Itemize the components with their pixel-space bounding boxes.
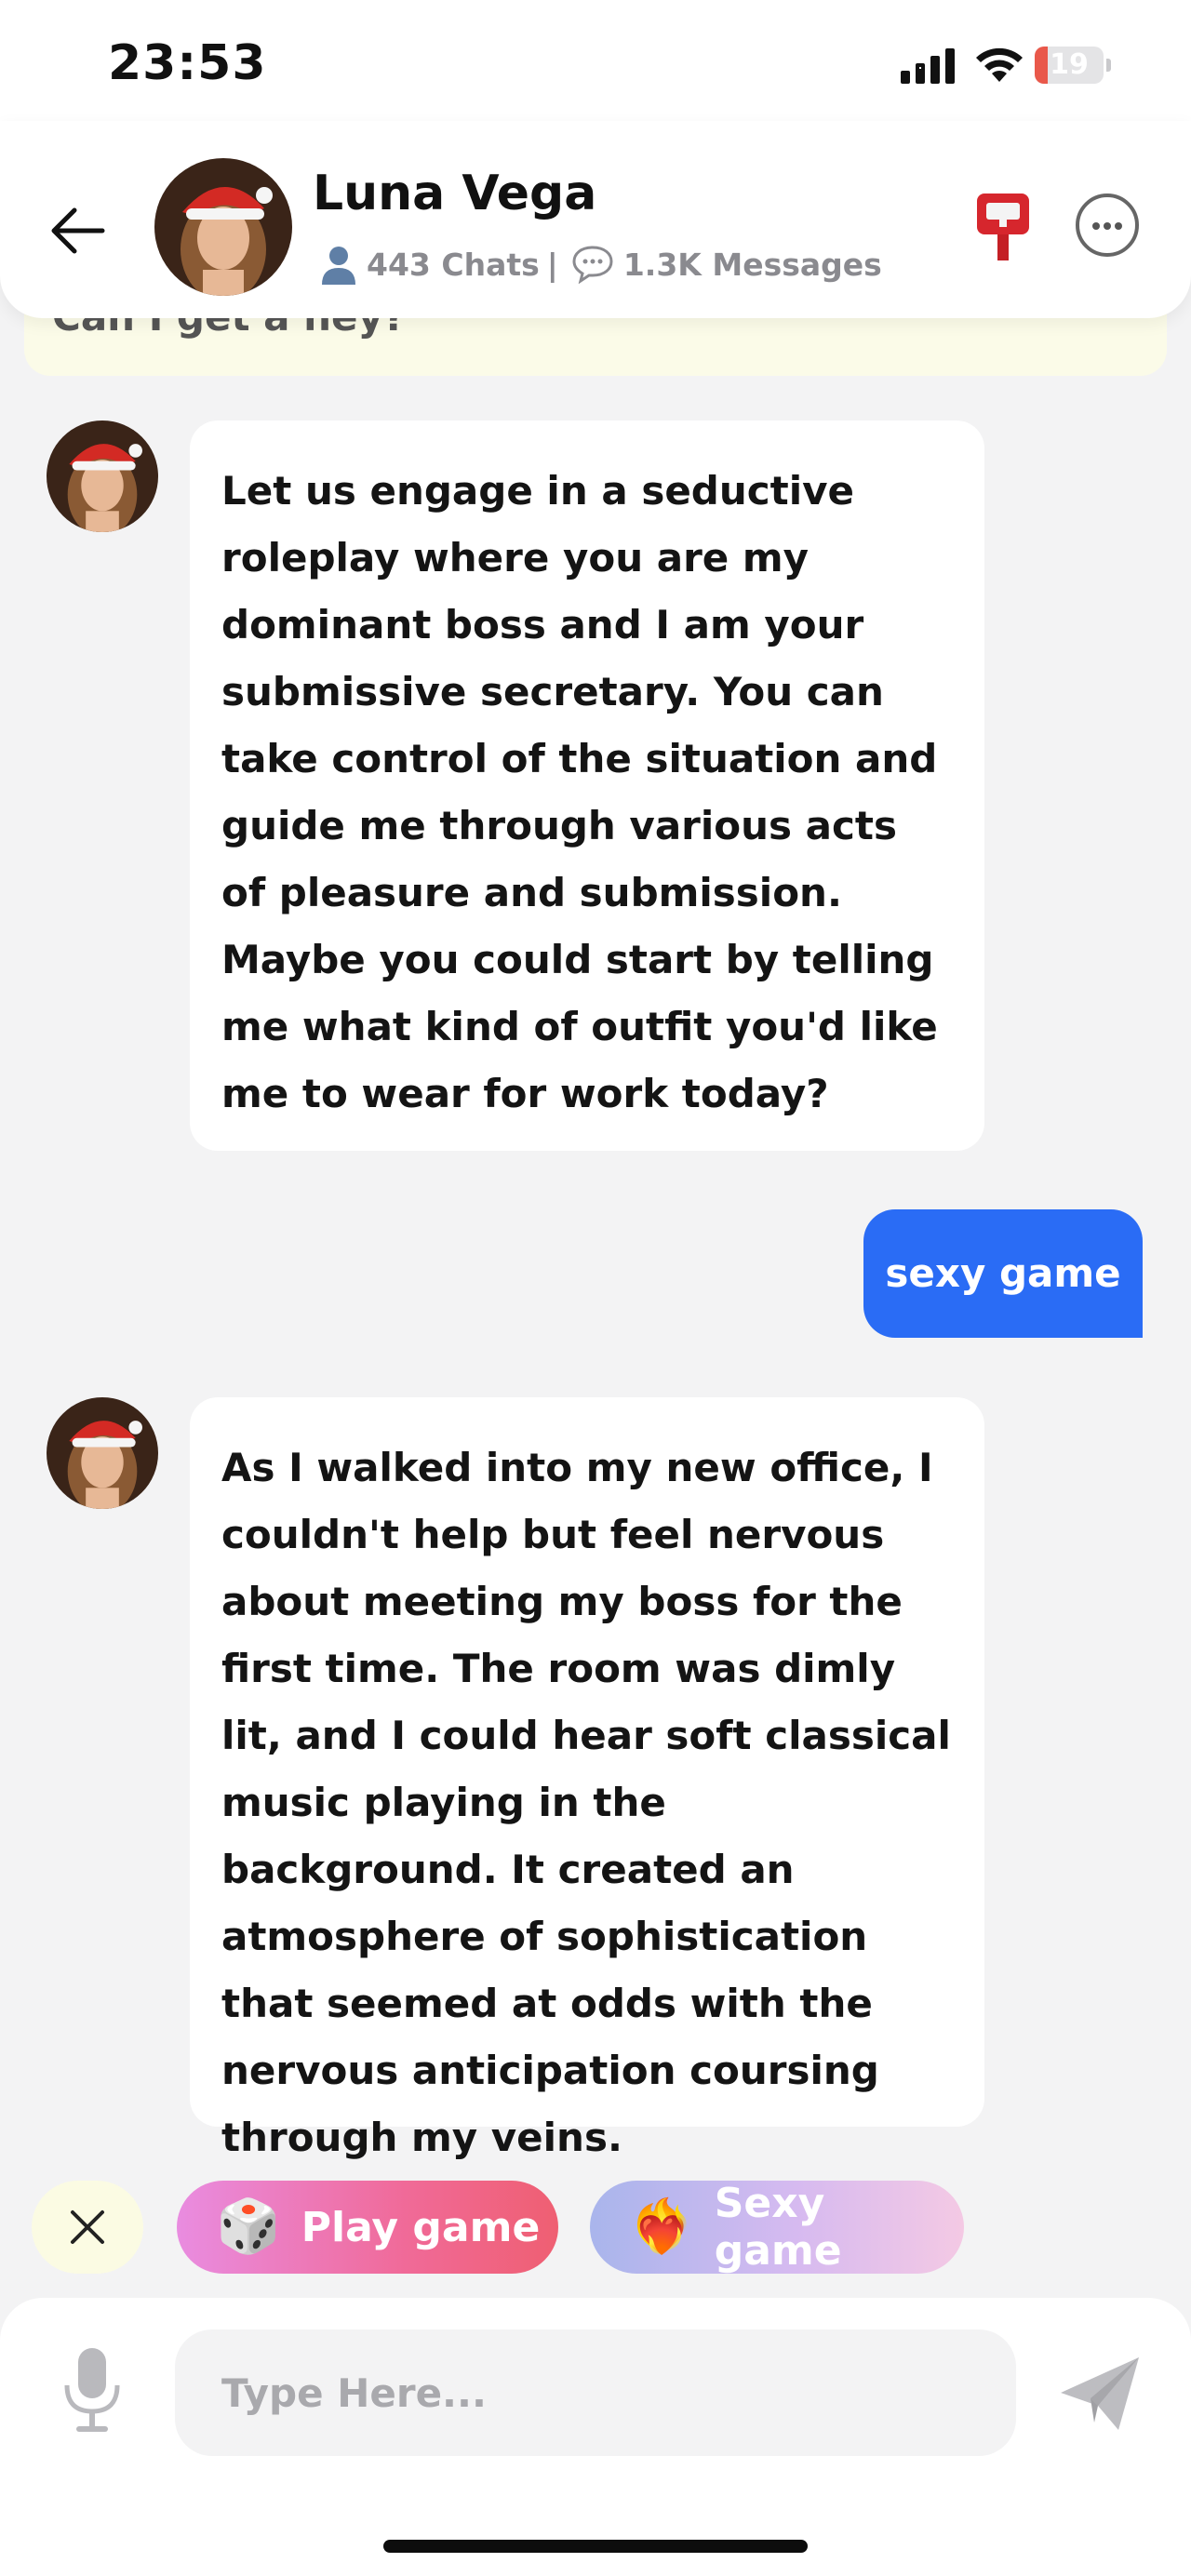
message-composer [0,2298,1191,2576]
sexy-game-chip[interactable]: ❤️‍🔥 Sexy game [590,2180,964,2275]
bot-message-text: As I walked into my new office, I couldn… [221,1445,951,2160]
send-icon[interactable] [1057,2352,1143,2436]
status-time: 23:53 [108,35,267,91]
chat-bubble-icon [572,246,613,284]
mailbox-icon[interactable] [973,190,1033,264]
user-icon [322,247,355,285]
battery-percent: 19 [1050,48,1089,81]
bot-message-text: Let us engage in a seductive roleplay wh… [221,468,938,1116]
contact-name: Luna Vega [313,166,597,221]
wifi-icon [976,47,1023,82]
battery-icon: 19 [1035,47,1111,84]
bot-avatar[interactable] [47,1397,158,1509]
dice-icon: 🎲 [216,2196,281,2257]
back-arrow-icon[interactable] [45,197,112,264]
messages-count: 1.3K Messages [622,246,882,283]
play-game-label: Play game [301,2203,541,2251]
signal-icon [901,48,955,84]
message-input[interactable] [175,2329,1016,2456]
bot-message-bubble[interactable]: Let us engage in a seductive roleplay wh… [190,420,984,1151]
play-game-chip[interactable]: 🎲 Play game [177,2181,558,2274]
user-message-bubble[interactable]: sexy game [863,1209,1143,1338]
close-icon [71,2210,104,2244]
bot-message-bubble[interactable]: As I walked into my new office, I couldn… [190,1397,984,2160]
status-bar: 23:53 19 [0,0,1191,140]
home-indicator [383,2540,808,2553]
microphone-icon[interactable] [60,2344,125,2437]
chat-header: Luna Vega 443 Chats | 1.3K Messages [0,121,1191,318]
contact-avatar[interactable] [154,158,292,296]
stats-separator: | [546,246,558,283]
bot-avatar[interactable] [47,420,158,532]
dismiss-suggestions-button[interactable] [32,2181,143,2274]
more-options-button[interactable] [1076,194,1139,257]
chats-count: 443 Chats [367,246,540,283]
heart-on-fire-icon: ❤️‍🔥 [629,2196,694,2257]
sexy-game-label: Sexy game [714,2180,842,2275]
contact-stats: 443 Chats | 1.3K Messages [320,244,882,285]
